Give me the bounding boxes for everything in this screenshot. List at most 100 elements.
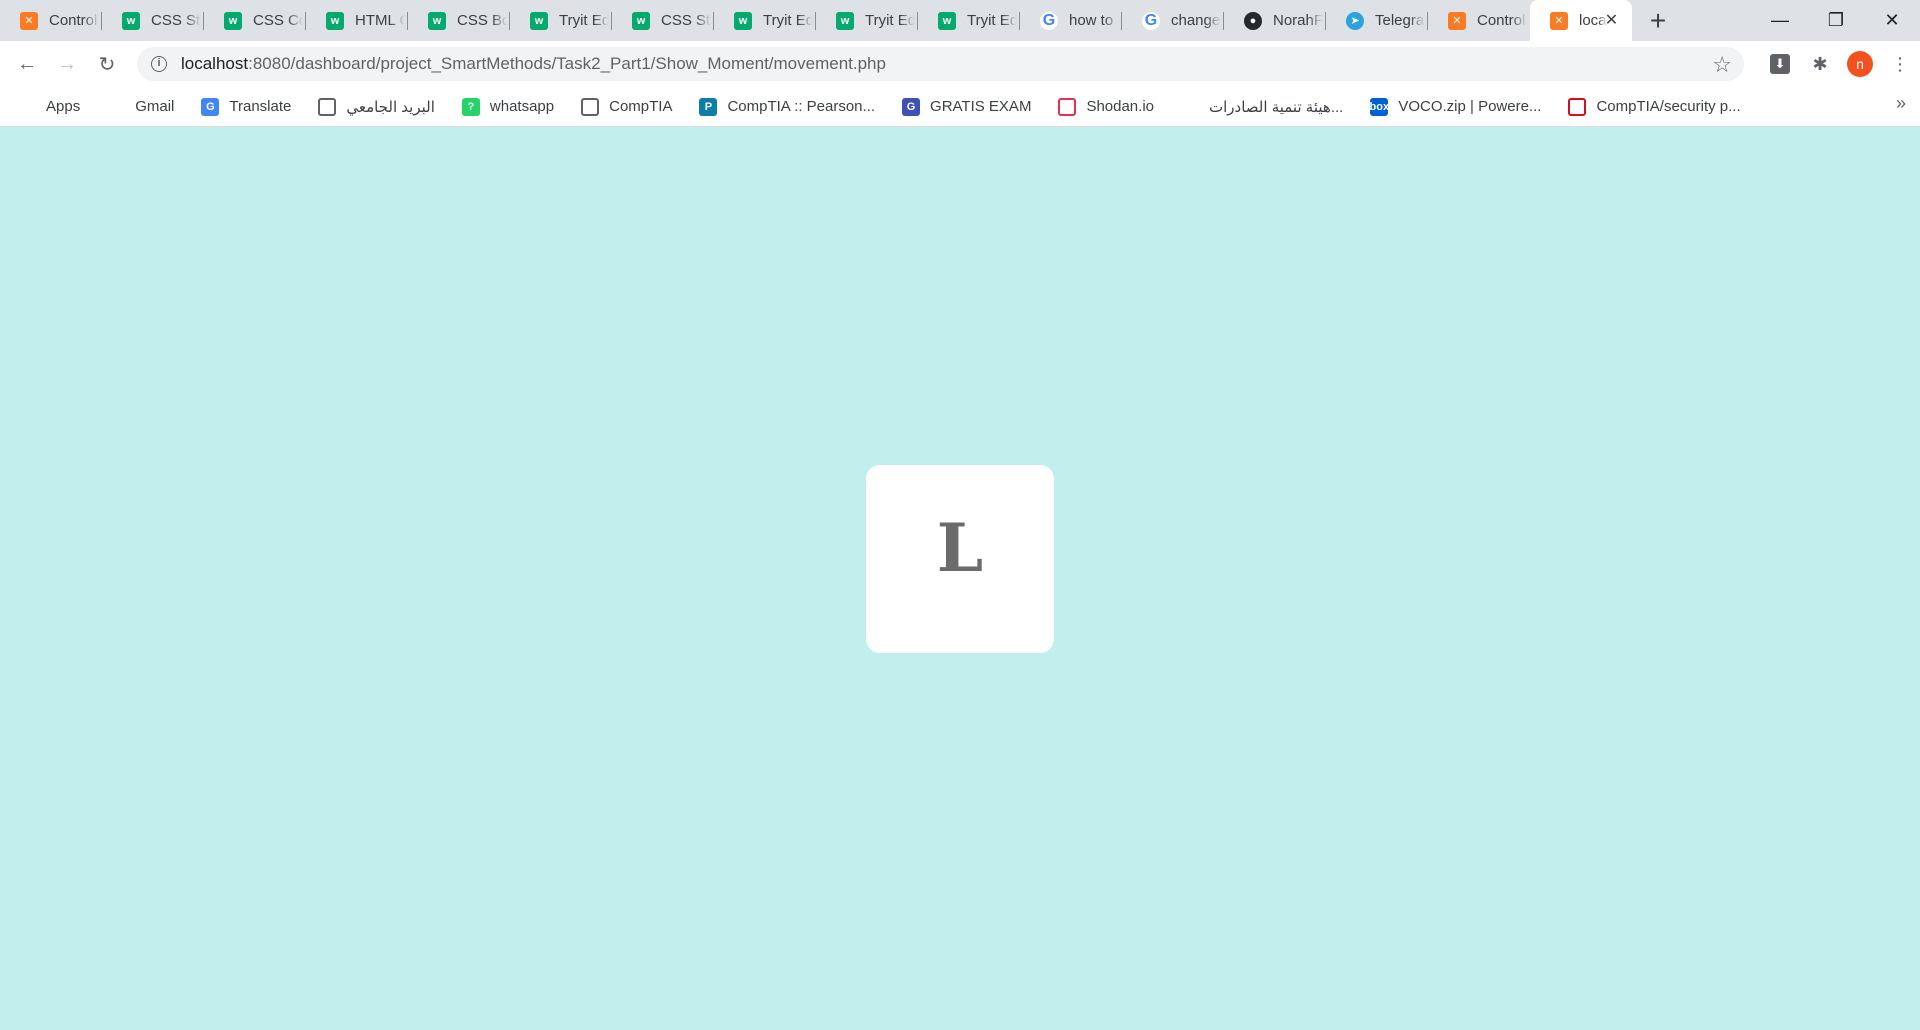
close-tab-icon[interactable]: ✕ (1603, 12, 1620, 29)
bookmark-shodan[interactable]: Shodan.io (1040, 93, 1163, 121)
bookmark-comptia[interactable]: CompTIA (563, 93, 681, 121)
tab[interactable]: ✕ Control (1428, 0, 1530, 41)
bookmark-label: whatsapp (489, 98, 555, 115)
tab[interactable]: w CSS Col (204, 0, 306, 41)
tab[interactable]: ➤ Telegra (1326, 0, 1428, 41)
xampp-icon: ✕ (20, 11, 38, 30)
bookmarks-bar: ▦ Apps M Gmail G Translate البريد الجامع… (0, 87, 1920, 127)
tab-title: NorahF (1273, 12, 1323, 29)
w3schools-icon: w (632, 11, 650, 30)
tab-title: Tryit Edi (763, 12, 813, 29)
page-content: L (0, 128, 1920, 1030)
bookmark-label: GRATIS EXAM (930, 98, 1032, 115)
forward-button[interactable]: → (47, 44, 87, 84)
tab-title: Tryit Edi (865, 12, 915, 29)
minimize-button[interactable]: — (1752, 0, 1808, 41)
close-window-button[interactable]: ✕ (1864, 0, 1920, 41)
bookmark-label: Gmail (135, 98, 175, 115)
shodan-icon (1058, 97, 1077, 116)
bookmark-university-mail[interactable]: البريد الجامعي (300, 93, 444, 121)
bookmark-label: هيئة تنمية الصادرات... (1209, 98, 1344, 116)
menu-button[interactable]: ⋮ (1880, 44, 1920, 84)
globe-icon (581, 97, 600, 116)
w3schools-icon: w (530, 11, 548, 30)
bookmark-translate[interactable]: G Translate (183, 93, 300, 121)
xampp-icon: ✕ (1550, 11, 1568, 30)
address-bar[interactable]: i localhost:8080/dashboard/project_Smart… (137, 47, 1744, 81)
bookmark-voco-zip[interactable]: box VOCO.zip | Powere... (1352, 93, 1550, 121)
bookmark-label: Shodan.io (1086, 98, 1154, 115)
tab-title: Tryit Edi (559, 12, 609, 29)
download-extension-button[interactable]: ⬇ (1760, 44, 1800, 84)
google-icon: G (1040, 11, 1058, 30)
xampp-icon: ✕ (1448, 11, 1466, 30)
tab[interactable]: ● NorahF (1224, 0, 1326, 41)
extensions-button[interactable]: ✱ (1800, 44, 1840, 84)
restore-button[interactable]: ❐ (1808, 0, 1864, 41)
box-icon: box (1370, 97, 1389, 116)
tab[interactable]: w Tryit Edi (918, 0, 1020, 41)
tab-title: Control (1477, 12, 1526, 29)
puzzle-icon: ✱ (1812, 53, 1828, 74)
bookmark-export-authority[interactable]: ❖ هيئة تنمية الصادرات... (1163, 93, 1352, 121)
gratis-exam-icon: G (902, 97, 921, 116)
tab[interactable]: w CSS Styl (612, 0, 714, 41)
google-translate-icon: G (201, 97, 220, 116)
export-authority-icon: ❖ (1185, 101, 1195, 113)
gmail-icon: M (111, 100, 121, 113)
bookmark-whatsapp[interactable]: ? whatsapp (444, 93, 563, 121)
extensions-area: ⬇ ✱ n ⋮ (1760, 41, 1920, 87)
comptia-security-icon: C (1568, 97, 1587, 116)
bookmark-comptia-security[interactable]: C CompTIA/security p... (1550, 93, 1749, 121)
tab-title: HTML C (355, 12, 405, 29)
tab[interactable]: w CSS Bor (408, 0, 510, 41)
w3schools-icon: w (836, 11, 854, 30)
tab[interactable]: G change (1122, 0, 1224, 41)
bookmark-star-icon[interactable]: ☆ (1712, 52, 1732, 78)
bookmark-label: CompTIA :: Pearson... (727, 98, 876, 115)
tab-title: Control (49, 12, 98, 29)
avatar: n (1847, 51, 1873, 77)
bookmark-label: Apps (46, 98, 81, 115)
url-text[interactable]: localhost:8080/dashboard/project_SmartMe… (181, 54, 886, 74)
tab[interactable]: w Tryit Edi (714, 0, 816, 41)
globe-icon (318, 97, 337, 116)
pearson-icon: P (699, 97, 718, 116)
new-tab-button[interactable]: + (1638, 0, 1678, 41)
letter-card: L (866, 465, 1054, 653)
tab-title: how to (1069, 12, 1114, 29)
profile-button[interactable]: n (1840, 44, 1880, 84)
tab[interactable]: w HTML C (306, 0, 408, 41)
bookmark-label: VOCO.zip | Powere... (1398, 98, 1542, 115)
tab[interactable]: w Tryit Edi (510, 0, 612, 41)
telegram-icon: ➤ (1346, 11, 1364, 30)
whatsapp-icon: ? (461, 97, 480, 116)
tab[interactable]: w Tryit Edi (816, 0, 918, 41)
bookmark-label: CompTIA/security p... (1596, 98, 1741, 115)
url-path: :8080/dashboard/project_SmartMethods/Tas… (248, 54, 886, 73)
bookmark-label: البريد الجامعي (346, 98, 435, 116)
card-letter: L (936, 509, 984, 587)
tab[interactable]: G how to (1020, 0, 1122, 41)
google-icon: G (1142, 11, 1160, 30)
github-icon: ● (1244, 11, 1262, 30)
site-info-icon[interactable]: i (151, 56, 167, 72)
tab[interactable]: w CSS Styl (102, 0, 204, 41)
bookmark-label: CompTIA (609, 98, 673, 115)
browser-toolbar: ← → ↻ i localhost:8080/dashboard/project… (0, 41, 1920, 87)
bookmark-apps[interactable]: ▦ Apps (0, 93, 89, 121)
back-button[interactable]: ← (7, 44, 47, 84)
reload-button[interactable]: ↻ (87, 44, 127, 84)
tab-title: CSS Col (253, 12, 303, 29)
bookmark-gmail[interactable]: M Gmail (89, 93, 183, 121)
w3schools-icon: w (938, 11, 956, 30)
apps-grid-icon: ▦ (21, 101, 33, 113)
tab-title: change (1171, 12, 1221, 29)
tab-active[interactable]: ✕ loca ✕ (1530, 0, 1632, 41)
bookmark-gratis-exam[interactable]: G GRATIS EXAM (884, 93, 1040, 121)
bookmark-comptia-pearson[interactable]: P CompTIA :: Pearson... (681, 93, 884, 121)
w3schools-icon: w (122, 11, 140, 30)
tab[interactable]: ✕ Control (0, 0, 102, 41)
more-bookmarks-icon[interactable]: » (1896, 93, 1906, 114)
w3schools-icon: w (428, 11, 446, 30)
